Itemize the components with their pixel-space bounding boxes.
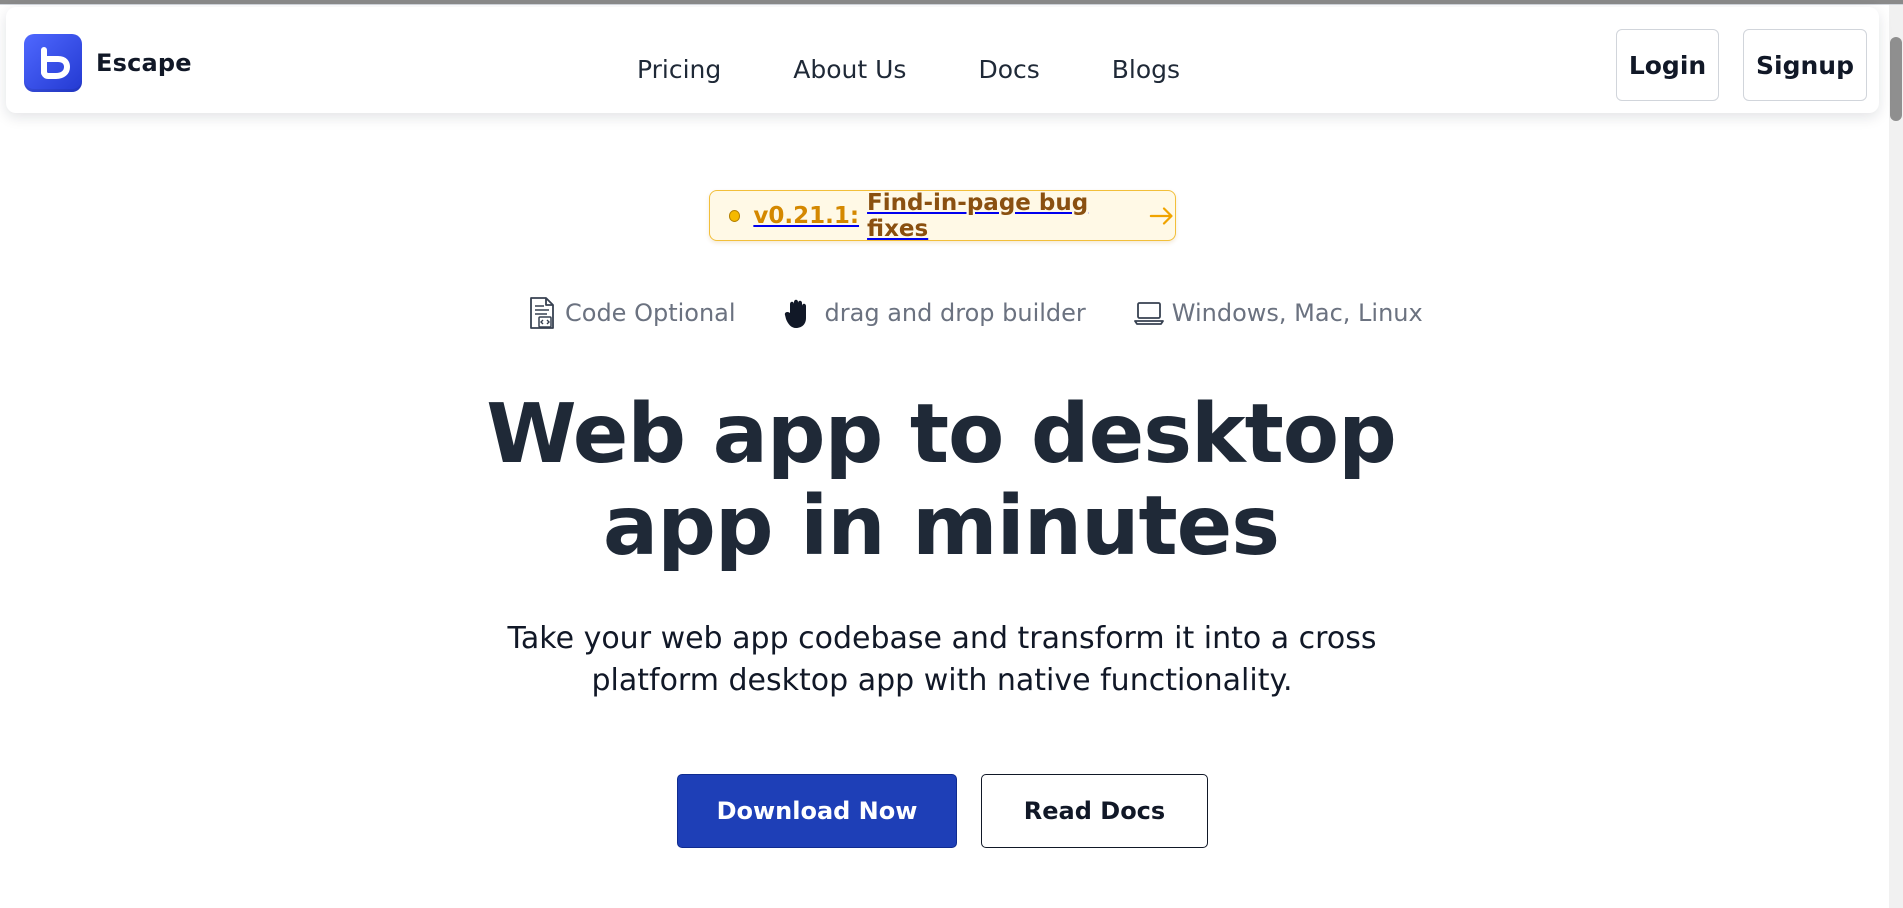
download-now-button[interactable]: Download Now xyxy=(677,774,957,848)
nav-link-about-us[interactable]: About Us xyxy=(793,55,906,84)
code-document-icon xyxy=(530,297,554,329)
nav-link-docs[interactable]: Docs xyxy=(978,55,1039,84)
scrollbar-thumb[interactable] xyxy=(1890,37,1902,121)
feature-windows-mac-linux-label: Windows, Mac, Linux xyxy=(1171,299,1423,327)
hero-title-line-2: app in minutes xyxy=(602,479,1280,574)
arrow-right-icon xyxy=(1149,206,1173,225)
hero-actions: Download Now Read Docs xyxy=(677,774,1208,848)
escape-logo-icon xyxy=(24,34,82,92)
read-docs-button[interactable]: Read Docs xyxy=(981,774,1208,848)
hero-title-line-1: Web app to desktop xyxy=(486,387,1397,482)
signup-button[interactable]: Signup xyxy=(1743,29,1867,101)
release-status-dot xyxy=(729,209,741,222)
auth-actions: Login Signup xyxy=(1616,29,1867,101)
page-scrollbar[interactable] xyxy=(1889,5,1903,908)
feature-code-optional-label: Code Optional xyxy=(565,299,736,327)
main-navigation: Pricing About Us Docs Blogs xyxy=(637,52,1180,86)
feature-code-optional: Code Optional xyxy=(527,295,736,331)
nav-link-blogs[interactable]: Blogs xyxy=(1112,55,1180,84)
release-description: Find-in-page bug fixes xyxy=(867,189,1089,242)
feature-drag-and-drop-builder: drag and drop builder xyxy=(784,298,1086,329)
feature-highlights: Code Optional drag and drop builder Wind… xyxy=(527,295,1423,331)
hero-subtitle: Take your web app codebase and transform… xyxy=(507,621,1377,698)
brand-name: Escape xyxy=(96,49,192,77)
laptop-icon xyxy=(1133,302,1164,325)
release-announcement-link[interactable]: v0.21.1: Find-in-page bug fixes xyxy=(709,189,1176,242)
hand-icon xyxy=(784,299,806,328)
nav-link-pricing[interactable]: Pricing xyxy=(637,55,721,84)
login-button[interactable]: Login xyxy=(1616,29,1719,101)
top-navigation-bar: Escape Pricing About Us Docs Blogs Login… xyxy=(6,7,1879,113)
feature-drag-and-drop-builder-label: drag and drop builder xyxy=(824,299,1086,327)
hero-title: Web app to desktop app in minutes xyxy=(430,389,1452,573)
release-version: v0.21.1: xyxy=(753,202,860,229)
brand-link[interactable]: Escape xyxy=(24,34,192,92)
browser-top-edge xyxy=(0,0,1903,5)
feature-windows-mac-linux: Windows, Mac, Linux xyxy=(1133,299,1423,327)
